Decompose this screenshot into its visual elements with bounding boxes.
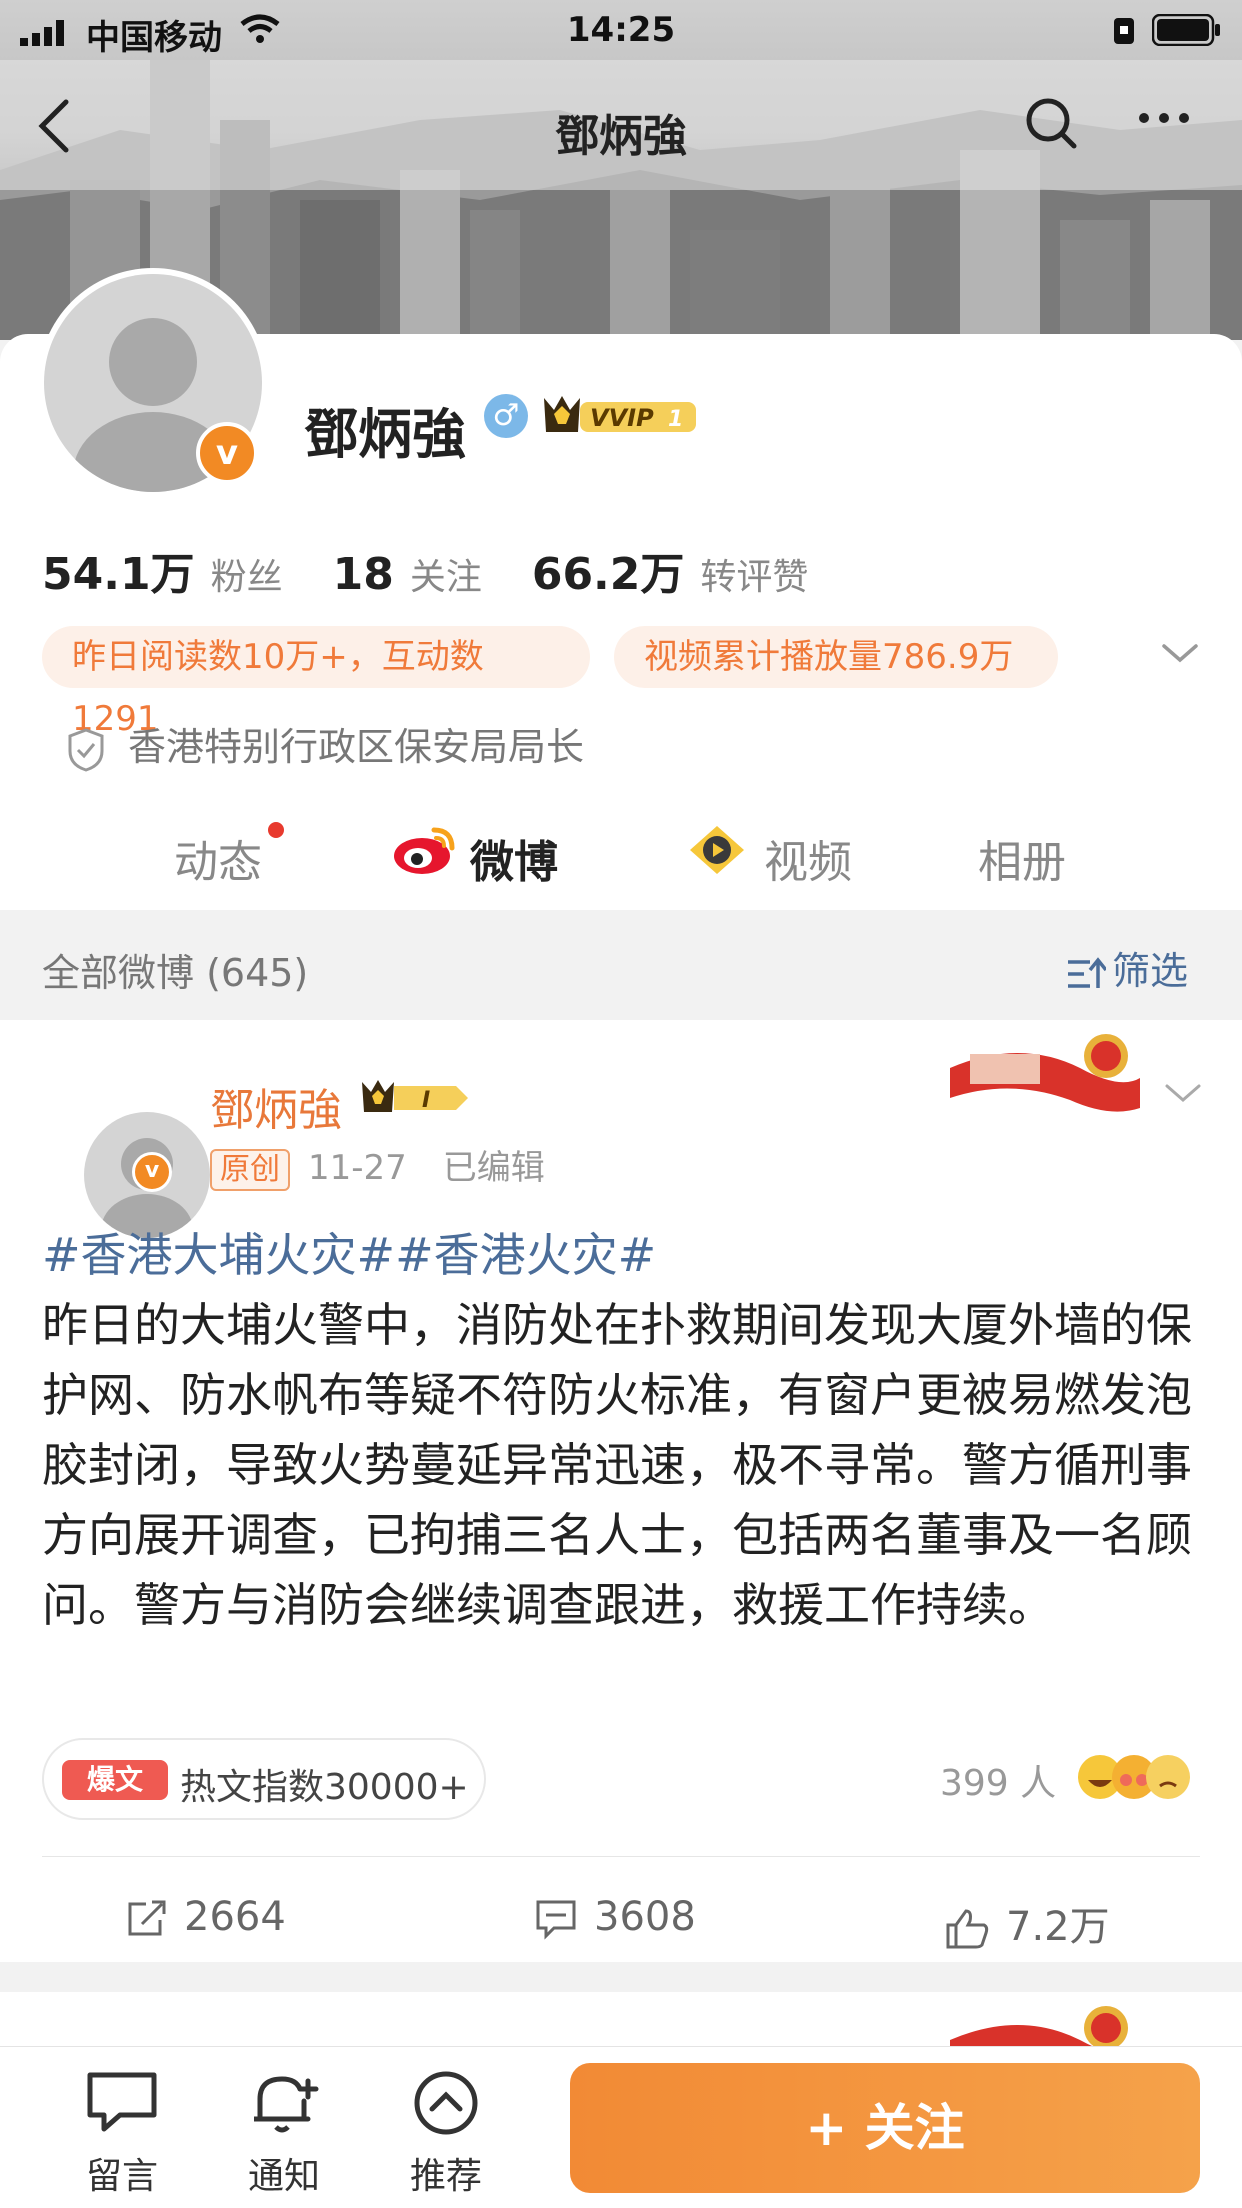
engagement-count: 66.2万 [531,549,685,600]
following-stat[interactable]: 18 关注 [333,549,532,600]
message-label: 留言 [85,2156,158,2197]
tab-weibo-label: 微博 [470,837,558,888]
followers-count: 54.1万 [42,549,195,600]
verified-badge-icon: v [132,1152,172,1192]
filter-label: 筛选 [1112,949,1189,993]
comment-button[interactable]: 3608 [534,1894,696,1940]
post-options-chevron-icon[interactable] [1164,1082,1202,1106]
followers-label: 粉丝 [210,557,283,598]
tab-album[interactable]: 相册 [978,826,1066,890]
post-divider [42,1856,1200,1857]
weibo-logo-icon [394,827,455,874]
following-count: 18 [332,549,394,600]
vip-level: I [422,1088,430,1113]
gender-male-icon: ♂ [484,394,528,438]
repost-button[interactable]: 2664 [124,1894,286,1940]
chevron-up-circle-icon [414,2071,478,2135]
weibo-post: v 鄧炳強 I 原创 11-27 已编辑 #香港大埔火灾##香港火灾# 昨日的大埔火… [0,1020,1242,1962]
profile-card: v 鄧炳強 ♂ VVIP 1 54.1万 粉丝 18 关注 66.2万 转评赞 昨日阅读数… [0,268,1242,920]
tab-album-label: 相册 [978,837,1066,888]
engagement-label: 转评赞 [700,557,809,598]
profile-tabs: 动态 微博 视频 相册 [0,804,1242,920]
shield-check-icon [68,727,104,772]
filter-button[interactable]: 筛选 [1066,940,1188,995]
bottom-action-bar: 留言 通知 推荐 + 关注 [0,2046,1242,2208]
vvip-label: VVIP [590,404,654,432]
reaction-emojis-icon[interactable] [1072,1750,1202,1804]
tab-feed-label: 动态 [174,837,262,888]
profile-avatar[interactable]: v [38,268,268,498]
comment-count: 3608 [594,1894,696,1940]
video-plays-pill[interactable]: 视频累计播放量786.9万 [614,626,1058,688]
festive-flag-decoration [950,1034,1140,1112]
like-count: 7.2万 [1006,1904,1110,1950]
reading-stats-pill[interactable]: 昨日阅读数10万+，互动数1291 [42,626,590,739]
filter-icon [1068,956,1108,988]
edited-label[interactable]: 已编辑 [443,1148,545,1188]
status-bar: 中国移动 14:25 [0,0,1242,60]
profile-stats: 54.1万 粉丝 18 关注 66.2万 转评赞 [42,538,858,602]
post-text: 昨日的大埔火警中，消防处在扑救期间发现大厦外墙的保护网、防水帆布等疑不符防火标准… [42,1298,1192,1632]
hot-tag: 爆文 [62,1760,168,1800]
like-button[interactable]: 7.2万 [944,1894,1110,1952]
engagement-stat[interactable]: 66.2万 转评赞 [532,549,859,600]
next-post-peek [0,1992,1242,2052]
verified-badge-icon: v [196,422,258,484]
repost-icon [128,1900,166,1936]
filter-bar: 全部微博 (645) 筛选 [0,910,1242,1020]
festive-flag-decoration [950,2006,1140,2052]
tab-weibo[interactable]: 微博 [392,822,558,920]
thumbs-up-icon [946,1909,989,1949]
post-author-avatar[interactable]: v [42,1066,210,1238]
post-date: 11-27 [308,1148,407,1188]
tab-video-label: 视频 [764,837,852,888]
follow-button[interactable]: + 关注 [570,2063,1200,2193]
post-topics[interactable]: #香港大埔火灾##香港火灾# [42,1220,1202,1290]
all-posts-count: 全部微博 (645) [42,951,309,995]
vvip-level: 1 [668,407,683,432]
hot-index-text: 热文指数30000+ [180,1767,469,1808]
comment-icon [536,1900,576,1940]
hot-index-pill[interactable]: 爆文 热文指数30000+ [42,1738,486,1820]
post-meta: 原创 11-27 已编辑 [210,1140,545,1191]
repost-count: 2664 [184,1894,286,1940]
profile-name: 鄧炳強 [304,403,466,466]
original-tag: 原创 [210,1149,290,1191]
chevron-down-icon[interactable] [1160,640,1200,666]
tab-video[interactable]: 视频 [686,822,852,889]
verification-text: 香港特别行政区保安局局长 [128,725,585,769]
status-time: 14:25 [566,10,676,50]
bell-plus-icon [254,2076,319,2133]
reaction-count[interactable]: 399 人 [940,1754,1056,1806]
video-play-icon [690,826,744,874]
followers-stat[interactable]: 54.1万 粉丝 [42,549,333,600]
notify-label: 通知 [247,2156,320,2197]
notification-dot [268,822,284,838]
more-options-icon[interactable] [1136,110,1192,126]
notify-button[interactable]: 通知 [224,2069,344,2199]
vip-badge[interactable]: I [360,1076,472,1118]
verification-info: 香港特别行政区保安局局长 [66,716,584,773]
battery-icon [1152,14,1220,46]
message-button[interactable]: 留言 [62,2069,182,2199]
orientation-lock-icon [1114,18,1134,44]
tab-feed[interactable]: 动态 [174,822,284,890]
recommend-button[interactable]: 推荐 [386,2069,506,2199]
post-author-name[interactable]: 鄧炳強 [210,1074,342,1138]
following-label: 关注 [409,557,482,598]
post-content: #香港大埔火灾##香港火灾# 昨日的大埔火警中，消防处在扑救期间发现大厦外墙的保… [42,1220,1202,1640]
message-icon [87,2072,157,2132]
search-icon[interactable] [1024,96,1080,152]
recommend-label: 推荐 [409,2156,482,2197]
vvip-badge[interactable]: VVIP 1 [540,390,702,440]
